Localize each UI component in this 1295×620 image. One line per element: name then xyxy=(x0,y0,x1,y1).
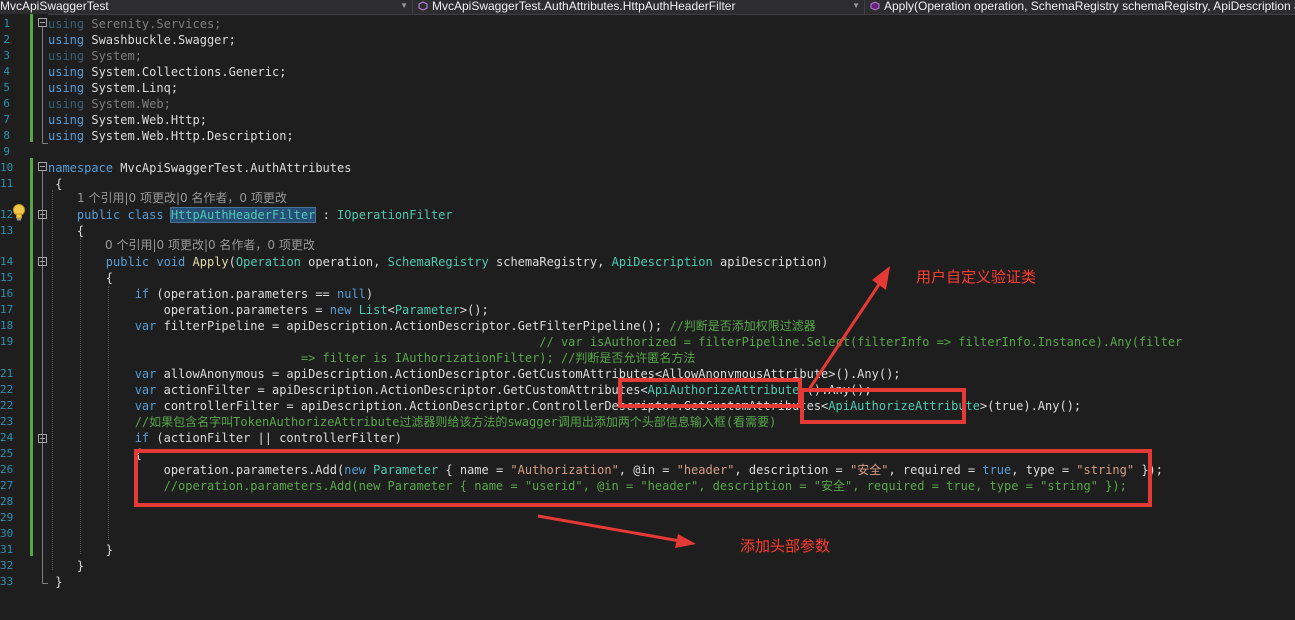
annotation-label-custom-class: 用户自定义验证类 xyxy=(916,268,1037,286)
annotation-label-add-header: 添加头部参数 xyxy=(740,537,831,555)
annotation-arrows xyxy=(537,266,890,548)
